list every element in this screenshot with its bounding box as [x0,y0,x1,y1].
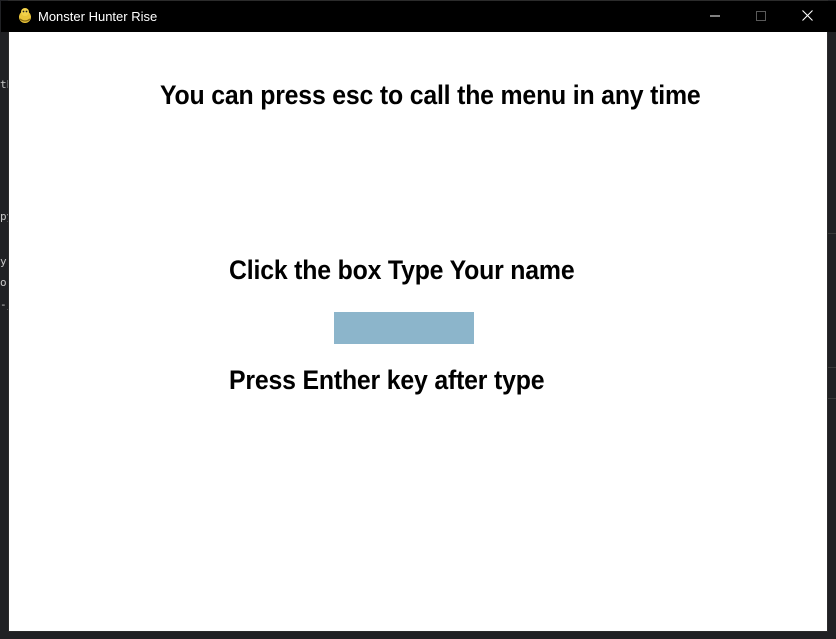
close-button[interactable] [784,1,830,32]
window-title: Monster Hunter Rise [38,9,158,24]
background-text-fragment: y [0,255,7,268]
close-icon [801,8,813,26]
name-input-box[interactable] [334,312,474,344]
background-text-fragment: py [0,210,8,223]
enter-key-instruction: Press Enther key after type [229,365,545,395]
game-canvas: You can press esc to call the menu in an… [9,32,827,631]
esc-menu-hint: You can press esc to call the menu in an… [160,80,701,110]
background-divider [828,398,836,399]
background-divider [828,367,836,368]
minimize-icon [710,8,720,26]
desktop: th py y or -j Monster Hunter Rise [0,0,836,639]
minimize-button[interactable] [692,1,738,32]
background-divider [828,233,836,234]
background-text-fragment: -j [0,298,8,311]
maximize-button[interactable] [738,1,784,32]
title-bar[interactable]: Monster Hunter Rise [1,1,836,32]
background-text-fragment: or [0,276,8,289]
name-prompt: Click the box Type Your name [229,255,575,285]
pygame-snake-icon [17,7,33,24]
background-text-fragment: th [0,78,8,91]
game-window: Monster Hunter Rise You can press esc to… [1,0,836,632]
maximize-icon [756,8,766,26]
